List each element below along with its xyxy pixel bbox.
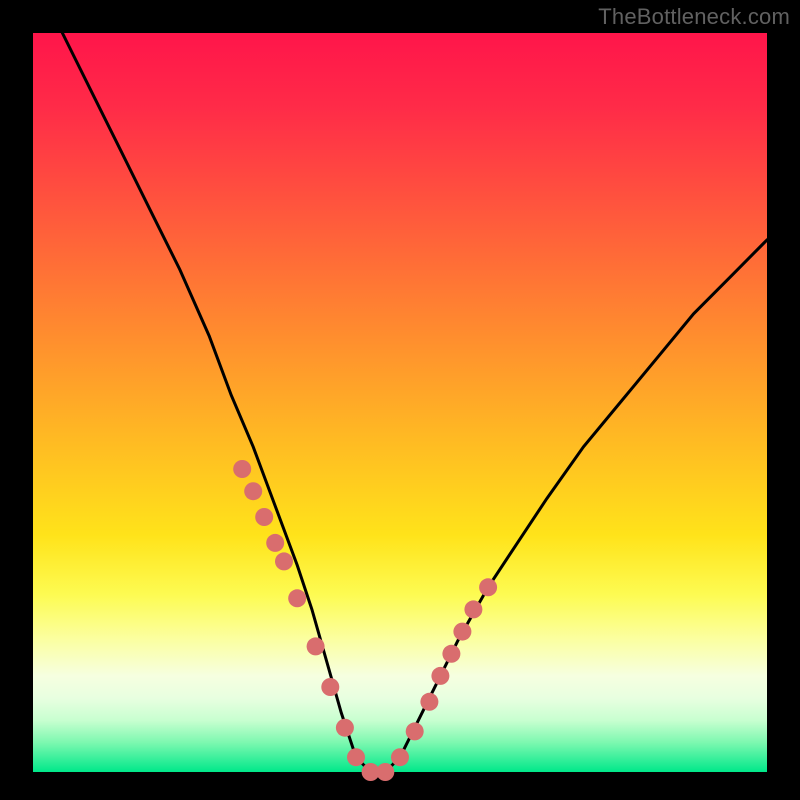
sample-dot [406,722,424,740]
sample-dot [479,578,497,596]
sample-dot [420,693,438,711]
sample-dot [244,482,262,500]
sample-dot [391,748,409,766]
sample-dot [233,460,251,478]
sample-dot [307,637,325,655]
sample-dot [376,763,394,781]
sample-dot [275,552,293,570]
chart-frame: TheBottleneck.com [0,0,800,800]
sample-dot [288,589,306,607]
sample-dot [347,748,365,766]
sample-dot [321,678,339,696]
sample-dot [453,623,471,641]
sample-dot [336,719,354,737]
sample-dot [442,645,460,663]
sample-dot [464,600,482,618]
plot-area [33,33,767,772]
attribution-label: TheBottleneck.com [598,4,790,30]
sample-dot [431,667,449,685]
sample-dot [266,534,284,552]
sample-dot [255,508,273,526]
chart-svg [0,0,800,800]
